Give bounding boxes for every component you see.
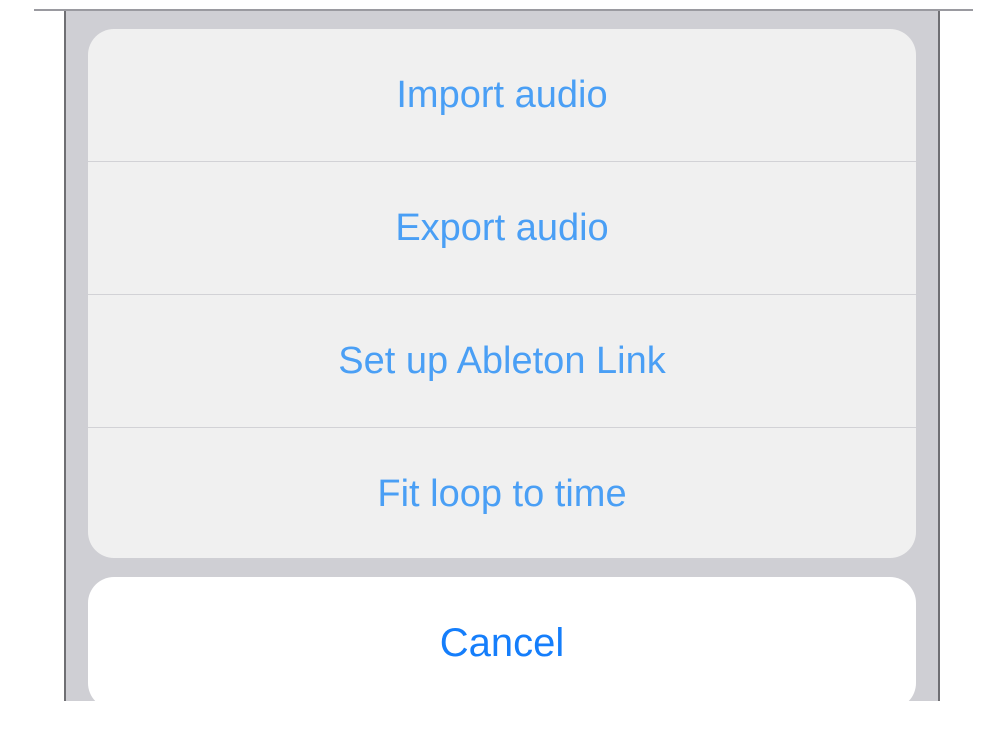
screen: Import audio Export audio Set up Ableton… — [0, 0, 986, 729]
action-sheet: Import audio Export audio Set up Ableton… — [88, 29, 916, 558]
export-audio-button[interactable]: Export audio — [88, 162, 916, 294]
cancel-button[interactable]: Cancel — [88, 577, 916, 709]
fit-loop-to-time-button[interactable]: Fit loop to time — [88, 428, 916, 558]
cancel-group: Cancel — [88, 577, 916, 709]
set-up-ableton-link-button[interactable]: Set up Ableton Link — [88, 295, 916, 427]
import-audio-button[interactable]: Import audio — [88, 29, 916, 161]
